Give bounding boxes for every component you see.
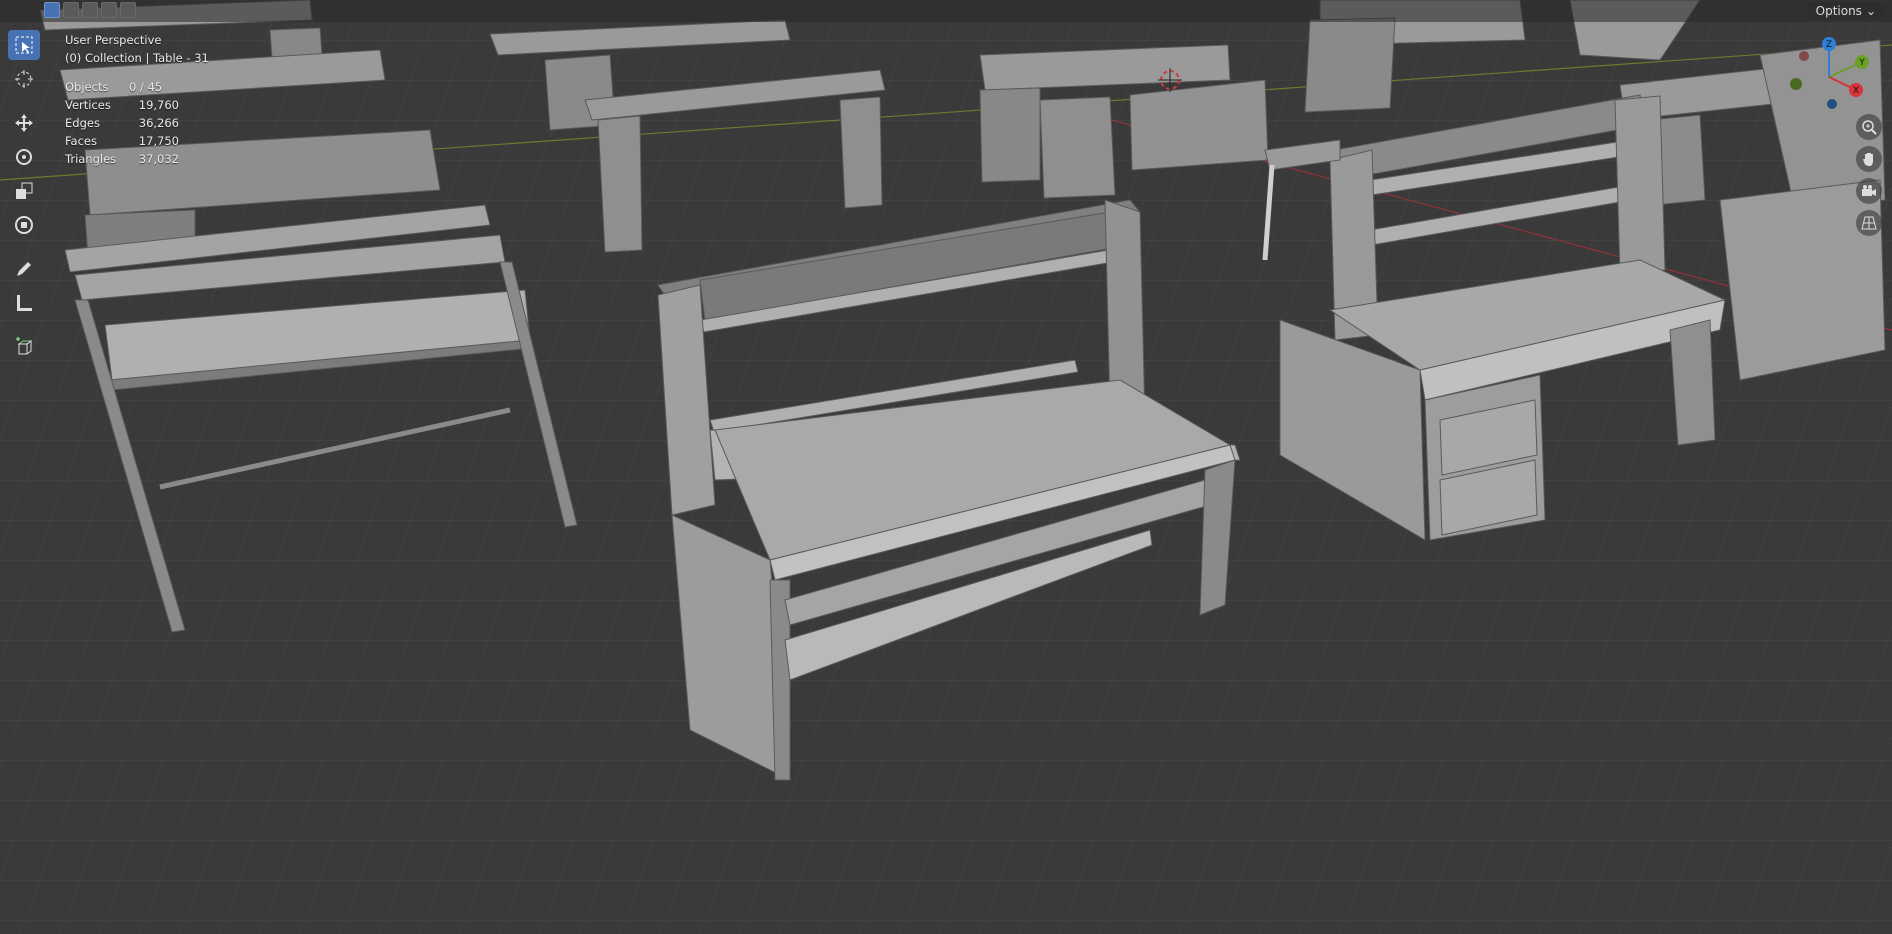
viewport-nav-buttons bbox=[1856, 114, 1882, 236]
toolbar-separator bbox=[8, 322, 42, 328]
neg-x-axis-icon[interactable] bbox=[1799, 51, 1809, 61]
stat-row-triangles: Triangles 37,032 bbox=[65, 150, 179, 168]
select-box-intersect-icon[interactable] bbox=[120, 2, 136, 18]
stat-value: 19,760 bbox=[138, 98, 179, 112]
stat-value: 37,032 bbox=[138, 152, 179, 166]
x-axis-label: X bbox=[1853, 86, 1859, 96]
neg-y-axis-icon[interactable] bbox=[1790, 78, 1802, 90]
add-cube-icon[interactable] bbox=[8, 332, 40, 362]
view-name: User Perspective bbox=[65, 33, 162, 47]
grid-perspective-icon[interactable] bbox=[1856, 210, 1882, 236]
annotate-icon[interactable] bbox=[8, 254, 40, 284]
select-box-subtract-icon[interactable] bbox=[82, 2, 98, 18]
stat-value: 17,750 bbox=[138, 134, 179, 148]
scale-icon[interactable] bbox=[8, 176, 40, 206]
neg-z-axis-icon[interactable] bbox=[1827, 99, 1837, 109]
stat-label: Objects bbox=[65, 80, 109, 94]
viewport-info: User Perspective (0) Collection | Table … bbox=[65, 31, 209, 67]
select-box-icon[interactable] bbox=[8, 30, 40, 60]
move-icon[interactable] bbox=[8, 108, 40, 138]
stat-value: 0 / 45 bbox=[129, 80, 163, 94]
select-box-invert-icon[interactable] bbox=[101, 2, 117, 18]
viewport-scene[interactable] bbox=[0, 0, 1892, 934]
select-box-new-icon[interactable] bbox=[44, 2, 60, 18]
options-label: Options bbox=[1815, 4, 1862, 18]
stat-label: Vertices bbox=[65, 98, 111, 112]
tool-shelf bbox=[8, 30, 42, 362]
cursor-icon[interactable] bbox=[8, 64, 40, 94]
toolbar-separator bbox=[8, 98, 42, 104]
stat-row-objects: Objects 0 / 45 bbox=[65, 78, 179, 96]
transform-icon[interactable] bbox=[8, 210, 40, 240]
select-box-extend-icon[interactable] bbox=[63, 2, 79, 18]
options-dropdown[interactable]: Options ⌄ bbox=[1807, 2, 1884, 20]
z-axis-label: Z bbox=[1826, 40, 1832, 50]
stat-label: Triangles bbox=[65, 152, 117, 166]
toolbar-separator bbox=[8, 244, 42, 250]
stat-label: Edges bbox=[65, 116, 100, 130]
stat-row-faces: Faces 17,750 bbox=[65, 132, 179, 150]
stat-value: 36,266 bbox=[138, 116, 179, 130]
y-axis-label: Y bbox=[1858, 58, 1865, 68]
selection-mode-buttons bbox=[44, 2, 136, 18]
camera-icon[interactable] bbox=[1856, 178, 1882, 204]
pan-hand-icon[interactable] bbox=[1856, 146, 1882, 172]
rotate-icon[interactable] bbox=[8, 142, 40, 172]
collection-label: (0) Collection | Table - 31 bbox=[65, 51, 209, 65]
viewport-header bbox=[0, 0, 1892, 22]
zoom-icon[interactable] bbox=[1856, 114, 1882, 140]
stat-row-edges: Edges 36,266 bbox=[65, 114, 179, 132]
chevron-down-icon: ⌄ bbox=[1865, 4, 1876, 18]
stat-row-vertices: Vertices 19,760 bbox=[65, 96, 179, 114]
stat-label: Faces bbox=[65, 134, 97, 148]
scene-statistics: Objects 0 / 45 Vertices 19,760 Edges 36,… bbox=[65, 78, 179, 168]
3d-viewport[interactable] bbox=[0, 0, 1892, 934]
measure-icon[interactable] bbox=[8, 288, 40, 318]
navigation-gizmo[interactable]: Z Y X bbox=[1784, 32, 1874, 122]
